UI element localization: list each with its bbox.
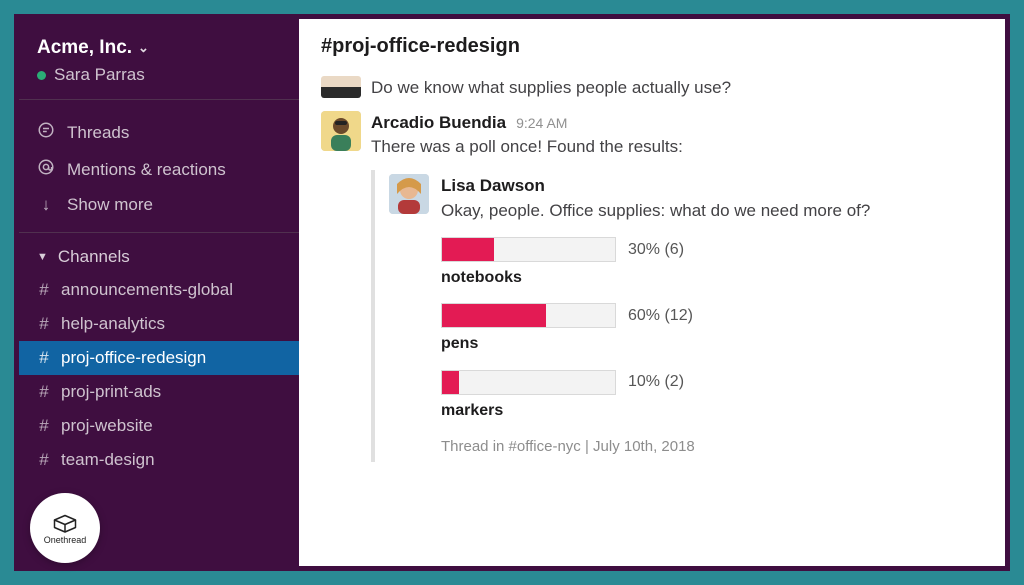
presence-indicator-icon [37, 71, 46, 80]
channel-label: announcements-global [61, 280, 233, 300]
current-user[interactable]: Sara Parras [37, 65, 281, 85]
nav-threads[interactable]: Threads [19, 114, 299, 151]
message-text: Do we know what supplies people actually… [371, 76, 983, 101]
at-icon [37, 158, 55, 181]
poll-bar [441, 370, 616, 395]
poll: 30% (6) notebooks 60% (12) pens 10% (2) marke… [441, 237, 983, 422]
box-icon [50, 511, 80, 535]
thread-meta[interactable]: Thread in #office-nyc | July 10th, 2018 [441, 436, 983, 458]
channel-label: proj-print-ads [61, 382, 161, 402]
message: Arcadio Buendia 9:24 AM There was a poll… [299, 101, 1005, 462]
sidebar: Acme, Inc. ⌄ Sara Parras Threads Mention… [19, 19, 299, 566]
poll-stat: 30% (6) [628, 238, 684, 261]
arrow-down-icon: ↓ [37, 195, 55, 215]
poll-stat: 10% (2) [628, 370, 684, 393]
quoted-author[interactable]: Lisa Dawson [441, 174, 983, 199]
hash-icon: # [37, 416, 51, 436]
quoted-text: Okay, people. Office supplies: what do w… [441, 199, 983, 224]
channel-list: # announcements-global # help-analytics # pro… [19, 273, 299, 477]
channel-label: proj-office-redesign [61, 348, 206, 368]
channel-label: team-design [61, 450, 155, 470]
channel-item-team-design[interactable]: # team-design [19, 443, 299, 477]
channel-label: help-analytics [61, 314, 165, 334]
chevron-down-icon: ⌄ [138, 40, 149, 56]
nav-threads-label: Threads [67, 123, 129, 143]
poll-option[interactable]: 60% (12) [441, 303, 983, 328]
channel-item-help-analytics[interactable]: # help-analytics [19, 307, 299, 341]
logo-text: Onethread [44, 535, 87, 545]
app-frame: Acme, Inc. ⌄ Sara Parras Threads Mention… [14, 14, 1010, 571]
nav-mentions[interactable]: Mentions & reactions [19, 151, 299, 188]
message-text: There was a poll once! Found the results… [371, 135, 983, 160]
channel-label: proj-website [61, 416, 153, 436]
channels-header-label: Channels [58, 247, 130, 267]
user-name: Sara Parras [54, 65, 145, 85]
poll-fill [442, 304, 546, 327]
caret-down-icon: ▼ [37, 251, 48, 263]
avatar[interactable] [321, 111, 361, 151]
nav-section: Threads Mentions & reactions ↓ Show more [19, 100, 299, 233]
poll-label: markers [441, 399, 983, 422]
hash-icon: # [37, 280, 51, 300]
nav-mentions-label: Mentions & reactions [67, 160, 226, 180]
hash-icon: # [37, 348, 51, 368]
hash-icon: # [37, 450, 51, 470]
poll-bar [441, 237, 616, 262]
channel-item-proj-print-ads[interactable]: # proj-print-ads [19, 375, 299, 409]
channel-item-proj-website[interactable]: # proj-website [19, 409, 299, 443]
channel-title: #proj-office-redesign [299, 19, 1005, 66]
poll-label: notebooks [441, 266, 983, 289]
channel-item-announcements-global[interactable]: # announcements-global [19, 273, 299, 307]
nav-show-more-label: Show more [67, 195, 153, 215]
poll-option[interactable]: 30% (6) [441, 237, 983, 262]
poll-bar [441, 303, 616, 328]
poll-fill [442, 371, 459, 394]
nav-show-more[interactable]: ↓ Show more [19, 188, 299, 222]
channels-header[interactable]: ▼ Channels [19, 233, 299, 273]
threads-icon [37, 121, 55, 144]
poll-stat: 60% (12) [628, 304, 693, 327]
avatar [321, 76, 361, 98]
poll-label: pens [441, 332, 983, 355]
workspace-title: Acme, Inc. [37, 37, 132, 59]
onethread-logo: Onethread [30, 493, 100, 563]
quoted-message: Lisa Dawson Okay, people. Office supplie… [371, 170, 983, 462]
workspace-name[interactable]: Acme, Inc. ⌄ [37, 37, 281, 59]
message-time: 9:24 AM [516, 113, 567, 133]
channel-item-proj-office-redesign[interactable]: # proj-office-redesign [19, 341, 299, 375]
message-header: Arcadio Buendia 9:24 AM [371, 111, 983, 136]
hash-icon: # [37, 382, 51, 402]
avatar[interactable] [389, 174, 429, 214]
poll-fill [442, 238, 494, 261]
poll-option[interactable]: 10% (2) [441, 370, 983, 395]
hash-icon: # [37, 314, 51, 334]
previous-message: Do we know what supplies people actually… [299, 66, 1005, 101]
workspace-header[interactable]: Acme, Inc. ⌄ Sara Parras [19, 31, 299, 100]
message-author[interactable]: Arcadio Buendia [371, 111, 506, 136]
main-content: #proj-office-redesign Do we know what su… [299, 19, 1005, 566]
